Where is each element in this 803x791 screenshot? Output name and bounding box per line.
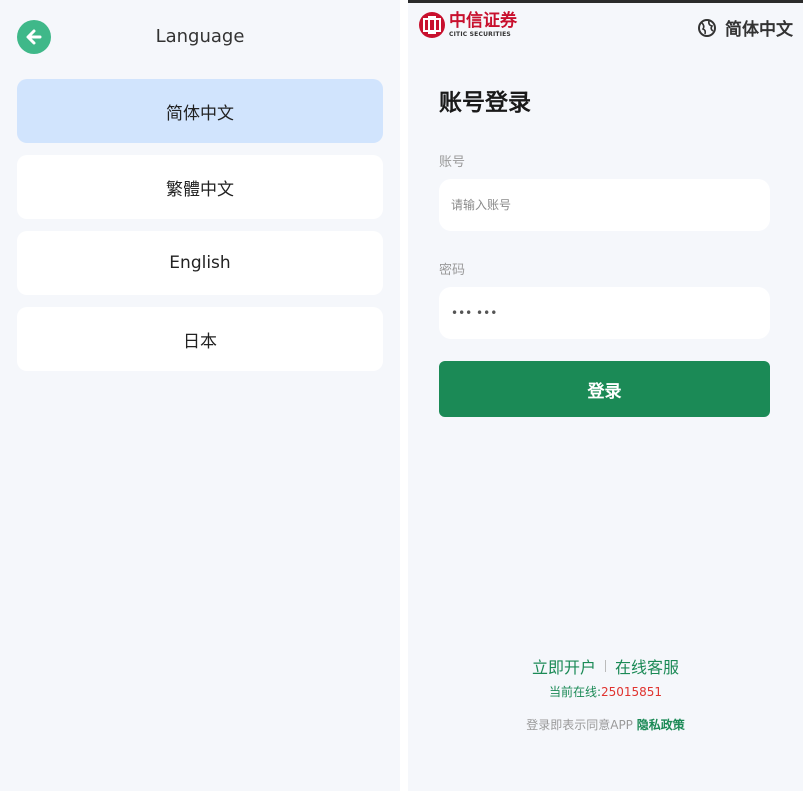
privacy-policy-link[interactable]: 隐私政策 bbox=[637, 718, 685, 732]
panel-divider bbox=[400, 0, 408, 791]
language-option-label: English bbox=[169, 253, 231, 273]
brand-name-en: CITIC SECURITIES bbox=[449, 30, 511, 38]
online-count: 当前在线:25015851 bbox=[408, 683, 803, 700]
agreement-prefix: 登录即表示同意APP bbox=[526, 718, 633, 732]
language-option-japanese[interactable]: 日本 bbox=[17, 307, 383, 371]
language-option-english[interactable]: English bbox=[17, 231, 383, 295]
link-separator bbox=[605, 660, 606, 672]
language-option-traditional-chinese[interactable]: 繁體中文 bbox=[17, 155, 383, 219]
password-input[interactable] bbox=[439, 287, 770, 339]
language-switch-label: 简体中文 bbox=[725, 20, 793, 40]
login-heading: 账号登录 bbox=[439, 90, 531, 116]
account-label: 账号 bbox=[439, 155, 466, 170]
account-input[interactable] bbox=[439, 179, 770, 231]
language-switch[interactable]: 简体中文 bbox=[697, 15, 793, 40]
language-option-label: 日本 bbox=[183, 331, 217, 352]
password-label: 密码 bbox=[439, 263, 466, 278]
open-account-link[interactable]: 立即开户 bbox=[532, 654, 596, 678]
page-title: Language bbox=[155, 26, 245, 47]
language-option-label: 简体中文 bbox=[166, 103, 234, 124]
bottom-links: 立即开户 在线客服 bbox=[408, 654, 803, 678]
brand-name-cn: 中信证券 bbox=[449, 10, 517, 31]
login-panel: 中信证券 CITIC SECURITIES 简体中文 账号登录 账号 密码 登录… bbox=[408, 0, 803, 791]
citic-logo-icon bbox=[419, 12, 445, 38]
online-label: 当前在线: bbox=[548, 685, 601, 699]
agreement-text: 登录即表示同意APP 隐私政策 bbox=[408, 716, 803, 733]
globe-icon bbox=[698, 18, 716, 37]
brand-logo: 中信证券 CITIC SECURITIES bbox=[418, 11, 517, 39]
language-option-simplified-chinese[interactable]: 简体中文 bbox=[17, 79, 383, 143]
language-panel: Language 简体中文 繁體中文 English 日本 bbox=[0, 0, 400, 791]
customer-service-link[interactable]: 在线客服 bbox=[615, 654, 679, 678]
online-number: 25015851 bbox=[600, 685, 663, 699]
language-option-label: 繁體中文 bbox=[166, 179, 234, 200]
login-button[interactable]: 登录 bbox=[439, 361, 770, 417]
